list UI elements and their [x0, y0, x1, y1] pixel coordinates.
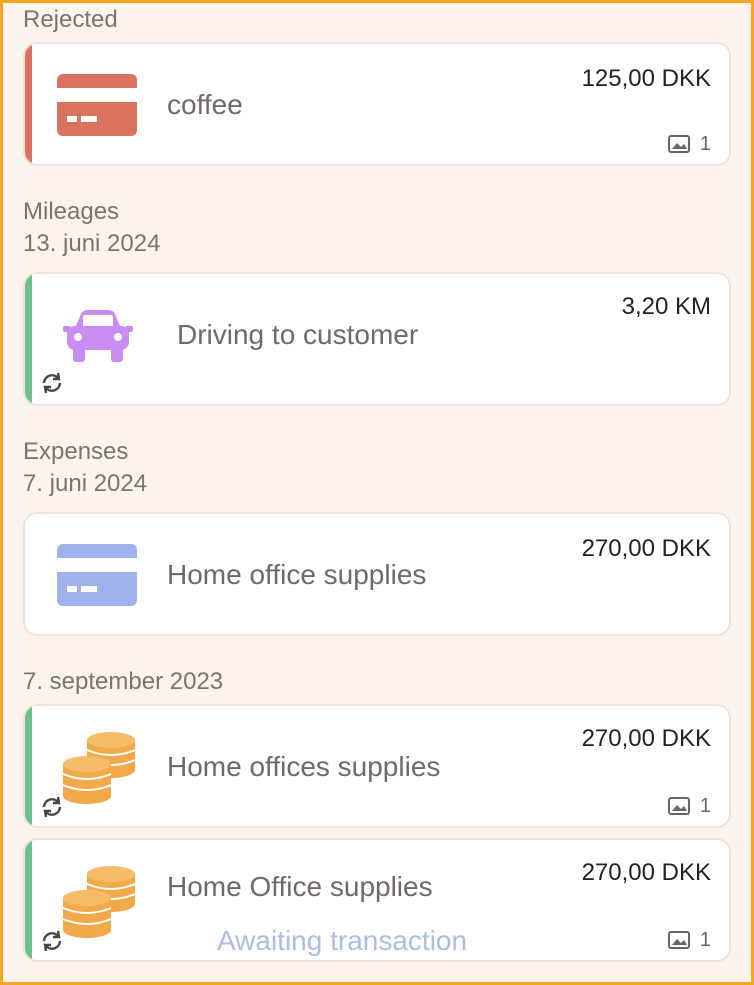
image-icon: [667, 135, 690, 153]
attachment-count-value: 1: [699, 133, 711, 155]
section-mileages-date: 13. juni 2024: [23, 230, 161, 257]
expense-title: Home offices supplies: [167, 751, 441, 782]
expense-amount: 270,00 DKK: [581, 535, 711, 562]
mileage-title: Driving to customer: [177, 319, 419, 350]
expense-amount: 125,00 DKK: [581, 65, 711, 92]
expense-title: Home Office supplies: [167, 871, 433, 902]
status-stripe: [25, 44, 32, 164]
credit-card-icon: [57, 74, 137, 136]
expense-amount: 270,00 DKK: [581, 725, 711, 752]
sync-icon: [42, 372, 62, 394]
mileage-distance: 3,20 KM: [621, 293, 711, 320]
sync-icon: [42, 930, 62, 952]
expense-title: coffee: [167, 89, 243, 120]
car-icon: [63, 310, 133, 362]
expense-card-home-office[interactable]: Home office supplies 270,00 DKK: [23, 512, 731, 636]
attachment-count: 1: [667, 928, 711, 952]
section-rejected-label: Rejected: [23, 6, 118, 33]
attachment-count-value: 1: [699, 795, 711, 817]
mileage-card-driving[interactable]: Driving to customer 3,20 KM: [23, 272, 731, 406]
expense-amount: 270,00 DKK: [581, 859, 711, 886]
section-older-date: 7. september 2023: [23, 668, 224, 695]
expense-card-home-offices[interactable]: Home offices supplies 270,00 DKK 1: [23, 704, 731, 828]
credit-card-icon: [57, 544, 137, 606]
awaiting-status: Awaiting transaction: [217, 925, 468, 956]
status-stripe: [25, 840, 32, 960]
coins-icon: [62, 732, 136, 804]
attachment-count: 1: [667, 794, 711, 818]
status-stripe: [25, 706, 32, 826]
section-expenses-date: 7. juni 2024: [23, 470, 148, 497]
status-stripe: [25, 274, 32, 404]
coins-icon: [62, 866, 136, 938]
image-icon: [667, 931, 690, 949]
expense-card-home-office-awaiting[interactable]: Home Office supplies Awaiting transactio…: [23, 838, 731, 962]
expense-card-coffee[interactable]: coffee 125,00 DKK 1: [23, 42, 731, 166]
section-mileages-label: Mileages: [23, 198, 120, 225]
image-icon: [667, 797, 690, 815]
expense-title: Home office supplies: [167, 559, 427, 590]
attachment-count-value: 1: [699, 929, 711, 951]
attachment-count: 1: [667, 132, 711, 156]
section-expenses-label: Expenses: [23, 438, 129, 465]
sync-icon: [42, 796, 62, 818]
